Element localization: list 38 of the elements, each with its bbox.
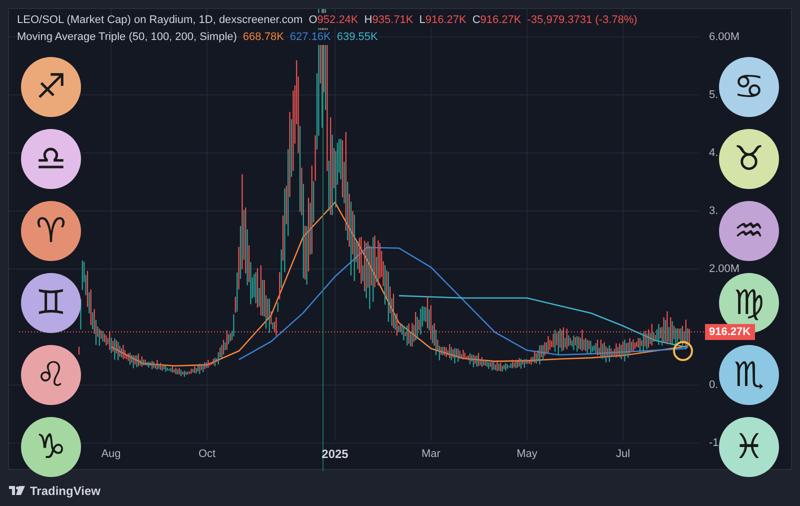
zodiac-badge: ♓ [719, 417, 779, 477]
price-tick: 5. [709, 88, 718, 102]
time-tick: Mar [422, 447, 440, 461]
price-tick: 4. [709, 146, 718, 160]
zodiac-badge: ♏ [719, 345, 779, 405]
zodiac-badge: ♈ [21, 201, 81, 261]
price-tick: 0. [709, 378, 718, 392]
zodiac-badge: ♐ [21, 57, 81, 117]
ohlc-key: O [308, 13, 318, 28]
indicator-value: 627.16K [290, 30, 331, 45]
indicator-name: Moving Average Triple (50, 100, 200, Simple) [17, 30, 237, 45]
ohlc-key: L [419, 13, 426, 28]
ohlc-key: H [364, 13, 372, 28]
zodiac-badge: ♉ [719, 129, 779, 189]
ohlc-value: 952.24K [317, 13, 358, 28]
price-tick: 6.00M [709, 30, 740, 44]
zodiac-badge: ♋ [719, 57, 779, 117]
time-tick: May [516, 447, 538, 461]
price-tick: -1 [709, 436, 719, 450]
price-tick: 3. [709, 204, 718, 218]
chart-title: LEO/SOL (Market Cap) on Raydium, 1D, dexscreener.com [17, 13, 303, 28]
zodiac-badge: ♑ [21, 417, 81, 477]
time-tick: Jul [616, 447, 630, 461]
zodiac-badge: ♎ [21, 129, 81, 189]
ohlc-key: C [472, 13, 480, 28]
zodiac-badge: ♒ [719, 201, 779, 261]
time-tick: Oct [198, 447, 216, 461]
highlight-ring [673, 341, 693, 361]
ohlc-value: 916.27K [425, 13, 466, 28]
price-tick: 2.00M [709, 262, 740, 276]
last-price-label: 916.27K [705, 324, 755, 340]
brand-logo-icon [9, 486, 25, 496]
zodiac-badge: ♌ [21, 345, 81, 405]
time-tick: 2025 [322, 447, 348, 462]
brand-name: TradingView [30, 483, 100, 500]
price-change: -35,979.3731 (-3.78%) [527, 13, 638, 28]
time-tick: Aug [101, 447, 121, 461]
zodiac-badge: ♊ [21, 273, 81, 333]
